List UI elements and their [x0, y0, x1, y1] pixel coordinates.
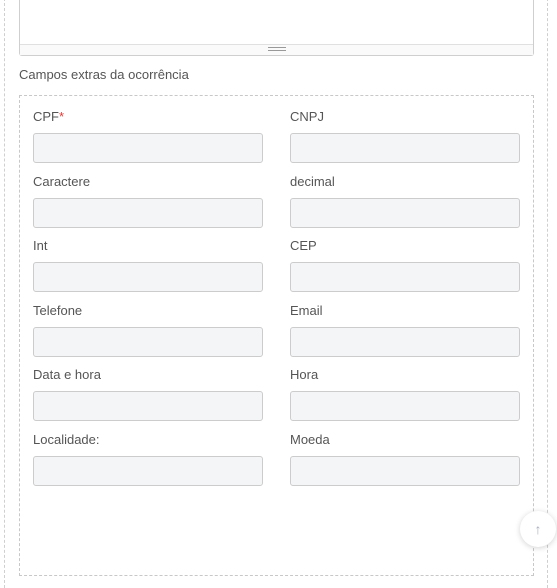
field-label-int: Int	[33, 238, 48, 253]
field-telefone: Telefone	[33, 303, 263, 357]
field-localidade: Localidade:	[33, 432, 263, 486]
arrow-up-icon: ↑	[534, 521, 542, 537]
field-moeda: Moeda	[290, 432, 520, 486]
field-hora: Hora	[290, 367, 520, 421]
field-label-data-e-hora: Data e hora	[33, 367, 101, 382]
decimal-input[interactable]	[290, 198, 520, 228]
field-caractere: Caractere	[33, 174, 263, 228]
field-decimal: decimal	[290, 174, 520, 228]
description-textarea[interactable]	[19, 0, 534, 56]
field-email: Email	[290, 303, 520, 357]
hora-input[interactable]	[290, 391, 520, 421]
cnpj-input[interactable]	[290, 133, 520, 163]
field-label-cnpj: CNPJ	[290, 109, 324, 124]
scroll-to-top-button[interactable]: ↑	[520, 511, 556, 547]
field-label-decimal: decimal	[290, 174, 335, 189]
field-label-localidade: Localidade:	[33, 432, 100, 447]
cep-input[interactable]	[290, 262, 520, 292]
field-data-e-hora: Data e hora	[33, 367, 263, 421]
field-label-telefone: Telefone	[33, 303, 83, 318]
field-label-hora: Hora	[290, 367, 319, 382]
resize-grip-icon[interactable]	[268, 47, 286, 51]
field-label-email: Email	[290, 303, 323, 318]
cpf-input[interactable]	[33, 133, 263, 163]
email-input[interactable]	[290, 327, 520, 357]
field-cnpj: CNPJ	[290, 109, 520, 163]
field-int: Int	[33, 238, 263, 292]
required-marker: *	[59, 109, 65, 124]
field-cpf: CPF*	[33, 109, 263, 163]
int-input[interactable]	[33, 262, 263, 292]
section-title: Campos extras da ocorrência	[19, 67, 189, 82]
localidade-input[interactable]	[33, 456, 263, 486]
field-label-moeda: Moeda	[290, 432, 330, 447]
field-cep: CEP	[290, 238, 520, 292]
telefone-input[interactable]	[33, 327, 263, 357]
field-label-caractere: Caractere	[33, 174, 91, 189]
field-label-cep: CEP	[290, 238, 317, 253]
caractere-input[interactable]	[33, 198, 263, 228]
moeda-input[interactable]	[290, 456, 520, 486]
textarea-resize-bar[interactable]	[20, 44, 533, 55]
field-label-cpf: CPF*	[33, 109, 65, 124]
extra-fields-panel: CPF* CNPJ Caractere decimal Int CEP Tele…	[19, 95, 534, 576]
data-e-hora-input[interactable]	[33, 391, 263, 421]
